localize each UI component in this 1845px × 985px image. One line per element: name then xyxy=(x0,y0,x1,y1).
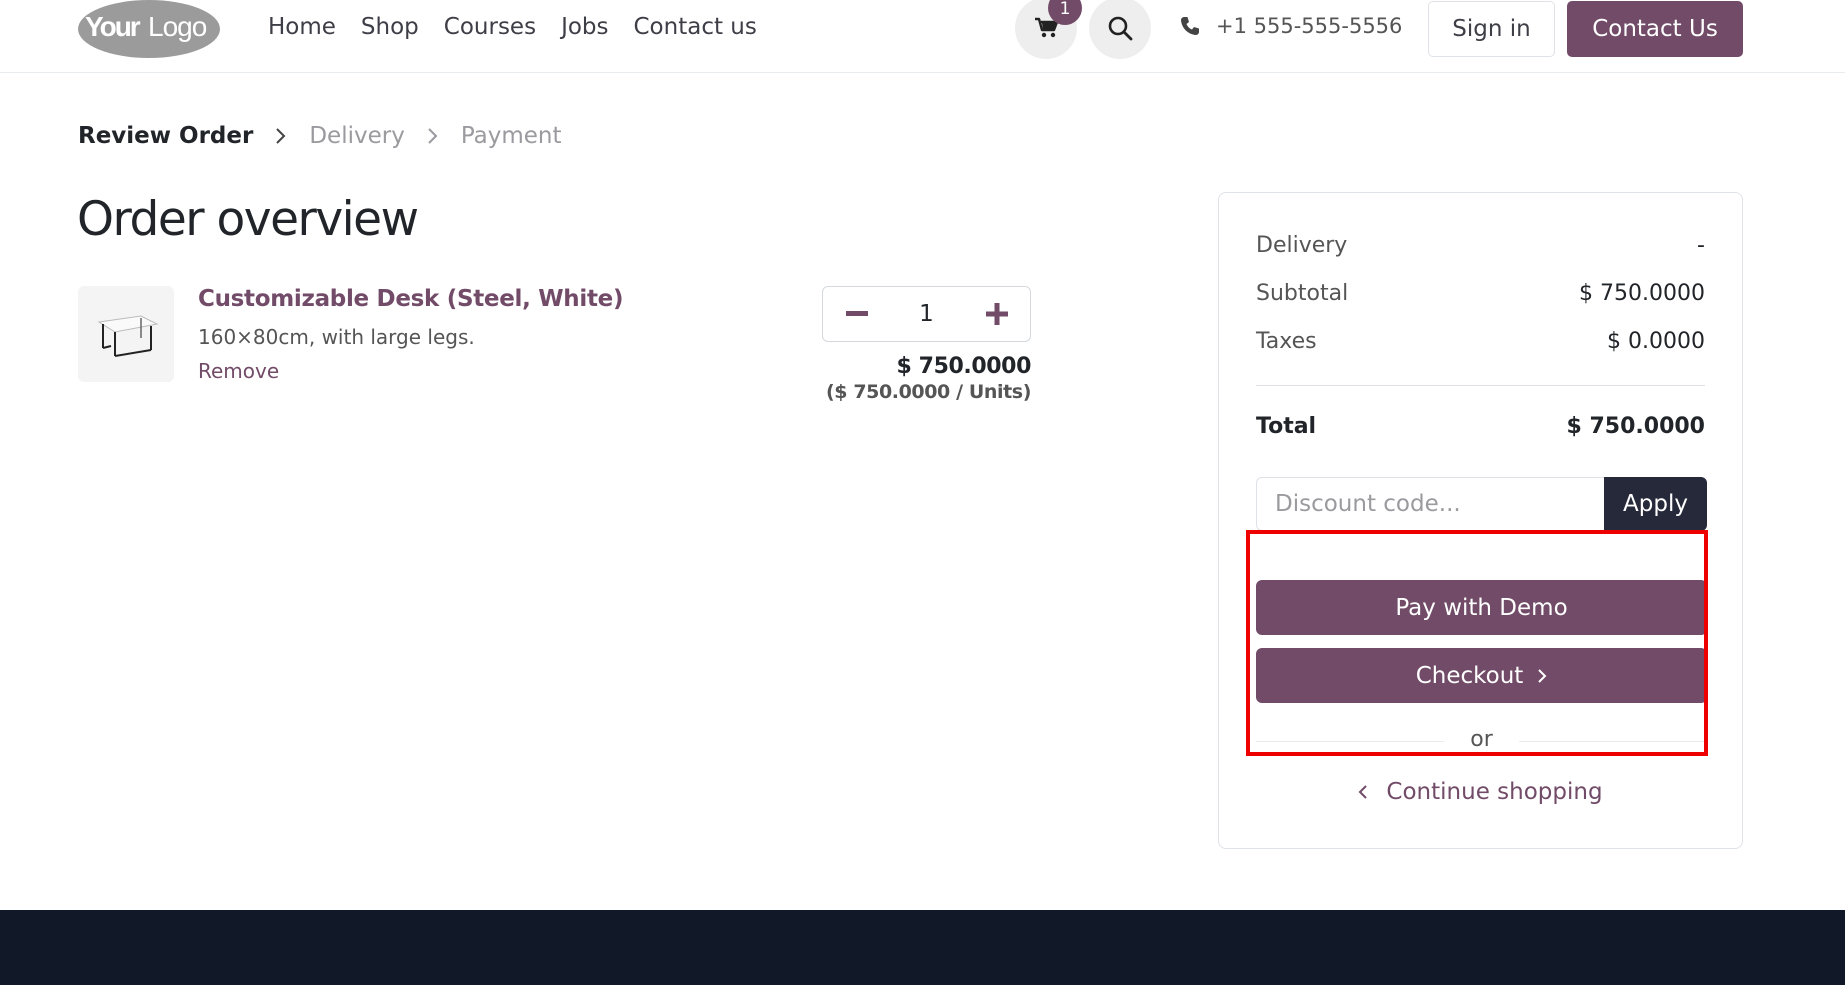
delivery-row: Delivery - xyxy=(1256,233,1705,258)
site-logo[interactable]: Your Logo xyxy=(77,0,221,58)
sign-in-button[interactable]: Sign in xyxy=(1428,1,1555,57)
chevron-right-icon xyxy=(1538,668,1547,683)
svg-text:Your: Your xyxy=(85,11,141,42)
checkout-button[interactable]: Checkout xyxy=(1256,648,1707,703)
order-summary-card: Delivery - Subtotal $ 750.0000 Taxes $ 0… xyxy=(1218,192,1743,849)
unit-price: ($ 750.0000 / Units) xyxy=(826,381,1031,403)
site-footer xyxy=(0,910,1845,985)
pay-with-demo-button[interactable]: Pay with Demo xyxy=(1256,580,1707,635)
taxes-row: Taxes $ 0.0000 xyxy=(1256,329,1705,354)
step-review-order: Review Order xyxy=(78,123,254,149)
nav-jobs[interactable]: Jobs xyxy=(561,14,608,40)
logo-graphic: Your Logo xyxy=(78,0,220,58)
discount-form: Discount code... Apply xyxy=(1256,477,1707,531)
decrease-quantity-button[interactable] xyxy=(823,287,890,341)
total-label: Total xyxy=(1256,414,1317,439)
chevron-right-icon xyxy=(427,127,439,145)
delivery-label: Delivery xyxy=(1256,233,1348,258)
step-delivery[interactable]: Delivery xyxy=(309,123,404,149)
site-header: Your Logo Home Shop Courses Jobs Contact… xyxy=(0,0,1845,73)
step-payment[interactable]: Payment xyxy=(461,123,562,149)
phone-number: +1 555-555-5556 xyxy=(1216,14,1403,38)
chevron-right-icon xyxy=(275,127,287,145)
nav-shop[interactable]: Shop xyxy=(361,14,419,40)
nav-home[interactable]: Home xyxy=(268,14,336,40)
subtotal-label: Subtotal xyxy=(1256,281,1349,306)
checkout-label: Checkout xyxy=(1415,662,1524,689)
minus-icon xyxy=(845,311,868,316)
chevron-left-icon xyxy=(1359,785,1368,799)
quantity-stepper: 1 xyxy=(822,286,1031,342)
page-title: Order overview xyxy=(77,192,419,247)
line-price: $ 750.0000 xyxy=(896,354,1032,379)
taxes-label: Taxes xyxy=(1256,329,1317,354)
continue-shopping-label: Continue shopping xyxy=(1386,779,1603,805)
subtotal-row: Subtotal $ 750.0000 xyxy=(1256,281,1705,306)
main-nav: Home Shop Courses Jobs Contact us xyxy=(268,14,757,40)
contact-us-button[interactable]: Contact Us xyxy=(1567,1,1743,57)
apply-discount-button[interactable]: Apply xyxy=(1604,477,1707,531)
checkout-steps: Review Order Delivery Payment xyxy=(78,123,562,149)
remove-link[interactable]: Remove xyxy=(198,359,279,383)
svg-text:Logo: Logo xyxy=(148,11,207,42)
continue-shopping-link[interactable]: Continue shopping xyxy=(1219,779,1742,805)
plus-icon xyxy=(985,303,1008,325)
quantity-input[interactable]: 1 xyxy=(890,301,963,327)
or-label: or xyxy=(1444,727,1519,752)
search-button[interactable] xyxy=(1089,0,1151,59)
desk-image xyxy=(97,315,159,357)
nav-courses[interactable]: Courses xyxy=(444,14,536,40)
summary-divider xyxy=(1256,385,1705,386)
phone-contact[interactable]: +1 555-555-5556 xyxy=(1180,14,1402,38)
search-icon xyxy=(1108,16,1133,41)
subtotal-value: $ 750.0000 xyxy=(1579,281,1705,306)
delivery-value: - xyxy=(1697,233,1705,258)
nav-contact-us[interactable]: Contact us xyxy=(634,14,757,40)
taxes-value: $ 0.0000 xyxy=(1607,329,1705,354)
phone-icon xyxy=(1181,17,1199,35)
increase-quantity-button[interactable] xyxy=(963,287,1030,341)
discount-code-input[interactable]: Discount code... xyxy=(1256,477,1604,531)
product-thumbnail[interactable] xyxy=(78,286,174,382)
total-row: Total $ 750.0000 xyxy=(1256,414,1705,439)
total-value: $ 750.0000 xyxy=(1566,414,1705,439)
product-description: 160×80cm, with large legs. xyxy=(198,325,475,349)
product-name-link[interactable]: Customizable Desk (Steel, White) xyxy=(198,286,623,312)
